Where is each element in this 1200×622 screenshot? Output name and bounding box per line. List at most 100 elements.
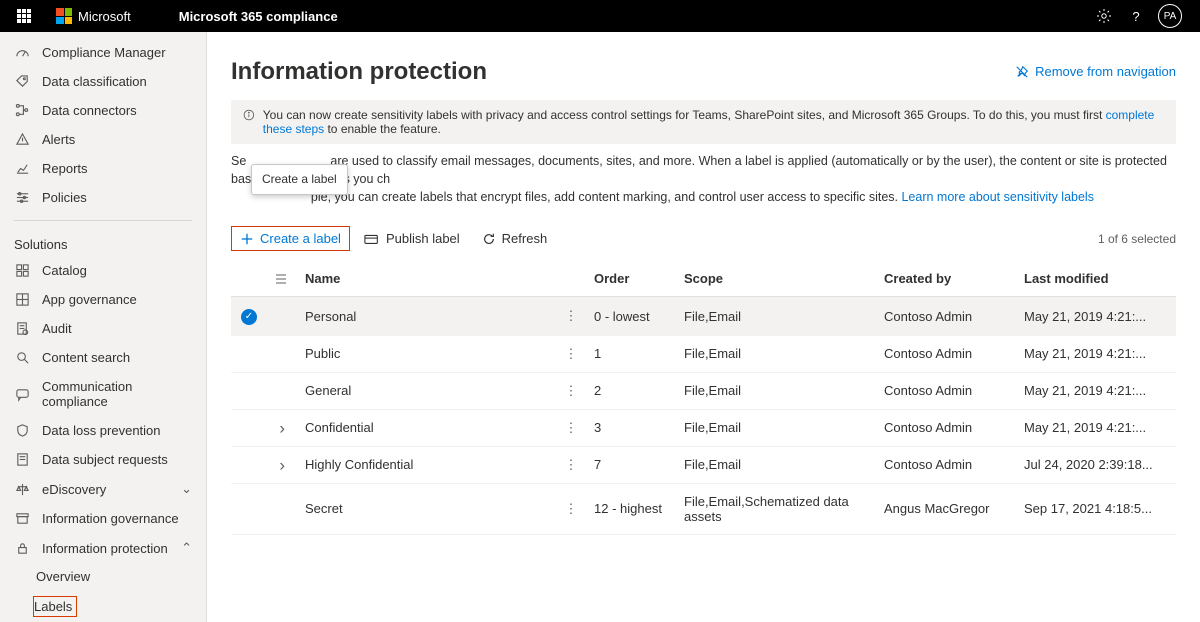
cell-order: 0 - lowest (586, 297, 676, 336)
cell-last-modified: May 21, 2019 4:21:... (1016, 409, 1176, 446)
col-name[interactable]: Name (297, 261, 556, 297)
chat-icon (14, 387, 30, 402)
chevron-up-icon: ⌃ (181, 540, 192, 556)
cell-scope: File,Email (676, 335, 876, 372)
sidebar-item-information-governance[interactable]: Information governance (0, 504, 206, 533)
row-checkbox[interactable] (231, 409, 267, 446)
learn-more-link[interactable]: Learn more about sensitivity labels (901, 190, 1093, 204)
sidebar-item-label: Compliance Manager (42, 45, 192, 60)
cell-order: 7 (586, 446, 676, 483)
info-icon (243, 108, 255, 122)
refresh-button[interactable]: Refresh (474, 227, 556, 250)
row-more-actions[interactable]: ⋮ (556, 372, 586, 409)
sidebar-item-data-subject-requests[interactable]: Data subject requests (0, 445, 206, 474)
lock-icon (14, 541, 30, 556)
checkmark-icon: ✓ (241, 309, 257, 325)
row-checkbox[interactable] (231, 446, 267, 483)
row-more-actions[interactable]: ⋮ (556, 409, 586, 446)
sidebar-subitem-overview[interactable]: Overview (36, 563, 206, 590)
row-checkbox[interactable] (231, 372, 267, 409)
sidebar-item-reports[interactable]: Reports (0, 154, 206, 183)
sidebar-item-data-classification[interactable]: Data classification (0, 67, 206, 96)
cell-name: Secret (297, 483, 556, 534)
cell-name: General (297, 372, 556, 409)
selection-count: 1 of 6 selected (561, 232, 1176, 246)
microsoft-logo: Microsoft (56, 8, 131, 24)
remove-from-navigation-link[interactable]: Remove from navigation (1015, 58, 1176, 79)
col-order[interactable]: Order (586, 261, 676, 297)
sidebar-item-catalog[interactable]: Catalog (0, 256, 206, 285)
nav-divider (14, 220, 192, 221)
help-icon[interactable]: ? (1120, 0, 1152, 32)
col-scope[interactable]: Scope (676, 261, 876, 297)
cell-order: 1 (586, 335, 676, 372)
table-row[interactable]: Secret ⋮ 12 - highest File,Email,Schemat… (231, 483, 1176, 534)
col-last-modified[interactable]: Last modified (1016, 261, 1176, 297)
row-checkbox[interactable] (231, 335, 267, 372)
sidebar-item-label: Communication compliance (42, 379, 192, 409)
sidebar-item-label: Information governance (42, 511, 192, 526)
cell-scope: File,Email (676, 297, 876, 336)
create-label-tooltip: Create a label (251, 164, 348, 195)
sidebar-item-compliance-manager[interactable]: Compliance Manager (0, 38, 206, 67)
reorder-column-icon[interactable] (267, 261, 297, 297)
row-checkbox[interactable] (231, 483, 267, 534)
table-row[interactable]: ✓ Personal ⋮ 0 - lowest File,Email Conto… (231, 297, 1176, 336)
table-row[interactable]: Public ⋮ 1 File,Email Contoso Admin May … (231, 335, 1176, 372)
microsoft-square-icon (56, 8, 72, 24)
settings-gear-icon[interactable] (1088, 0, 1120, 32)
col-created-by[interactable]: Created by (876, 261, 1016, 297)
sidebar-item-alerts[interactable]: Alerts (0, 125, 206, 154)
sidebar-item-data-loss-prevention[interactable]: Data loss prevention (0, 416, 206, 445)
sidebar-item-policies[interactable]: Policies (0, 183, 206, 212)
publish-label-text: Publish label (386, 231, 460, 246)
sidebar-item-communication-compliance[interactable]: Communication compliance (0, 372, 206, 416)
sidebar-item-label: Data connectors (42, 103, 192, 118)
cell-scope: File,Email (676, 446, 876, 483)
create-label-button[interactable]: Create a label (231, 226, 350, 251)
sidebar-subitem-labels[interactable]: Labels (36, 590, 206, 622)
catalog-icon (14, 263, 30, 278)
chevron-right-icon (280, 457, 284, 472)
sidebar-item-audit[interactable]: Audit (0, 314, 206, 343)
create-label-text: Create a label (260, 231, 341, 246)
refresh-icon (482, 232, 496, 246)
sidebar-item-label: Content search (42, 350, 192, 365)
archive-icon (14, 511, 30, 526)
row-expand[interactable] (267, 446, 297, 483)
sidebar-item-information-protection[interactable]: Information protection⌃ (0, 533, 206, 563)
row-more-actions[interactable]: ⋮ (556, 446, 586, 483)
scale-icon (14, 482, 30, 497)
cell-last-modified: Jul 24, 2020 2:39:18... (1016, 446, 1176, 483)
row-more-actions[interactable]: ⋮ (556, 297, 586, 336)
nav-section-solutions: Solutions (0, 229, 206, 256)
table-row[interactable]: Confidential ⋮ 3 File,Email Contoso Admi… (231, 409, 1176, 446)
doc-icon (14, 452, 30, 467)
info-banner-text: You can now create sensitivity labels wi… (263, 108, 1164, 136)
row-expand[interactable] (267, 409, 297, 446)
row-checkbox[interactable]: ✓ (231, 297, 267, 336)
row-more-actions[interactable]: ⋮ (556, 335, 586, 372)
sidebar-item-label: Data classification (42, 74, 192, 89)
avatar[interactable]: PA (1158, 4, 1182, 28)
app-launcher-icon[interactable] (8, 0, 40, 32)
sidebar-item-ediscovery[interactable]: eDiscovery⌄ (0, 474, 206, 504)
sidebar-item-app-governance[interactable]: App governance (0, 285, 206, 314)
table-row[interactable]: General ⋮ 2 File,Email Contoso Admin May… (231, 372, 1176, 409)
chevron-down-icon: ⌄ (181, 481, 192, 497)
sidebar-item-content-search[interactable]: Content search (0, 343, 206, 372)
publish-label-button[interactable]: Publish label (356, 227, 468, 250)
sidebar-item-label: Reports (42, 161, 192, 176)
row-more-actions[interactable]: ⋮ (556, 483, 586, 534)
sidebar-subitem-label: Overview (36, 569, 90, 584)
sliders-icon (14, 190, 30, 205)
tag-icon (14, 74, 30, 89)
sidebar-item-data-connectors[interactable]: Data connectors (0, 96, 206, 125)
cell-scope: File,Email (676, 372, 876, 409)
info-banner: You can now create sensitivity labels wi… (231, 100, 1176, 144)
cell-scope: File,Email,Schematized data assets (676, 483, 876, 534)
plus-icon (240, 232, 254, 246)
cell-created-by: Contoso Admin (876, 372, 1016, 409)
sidebar-item-label: Audit (42, 321, 192, 336)
table-row[interactable]: Highly Confidential ⋮ 7 File,Email Conto… (231, 446, 1176, 483)
